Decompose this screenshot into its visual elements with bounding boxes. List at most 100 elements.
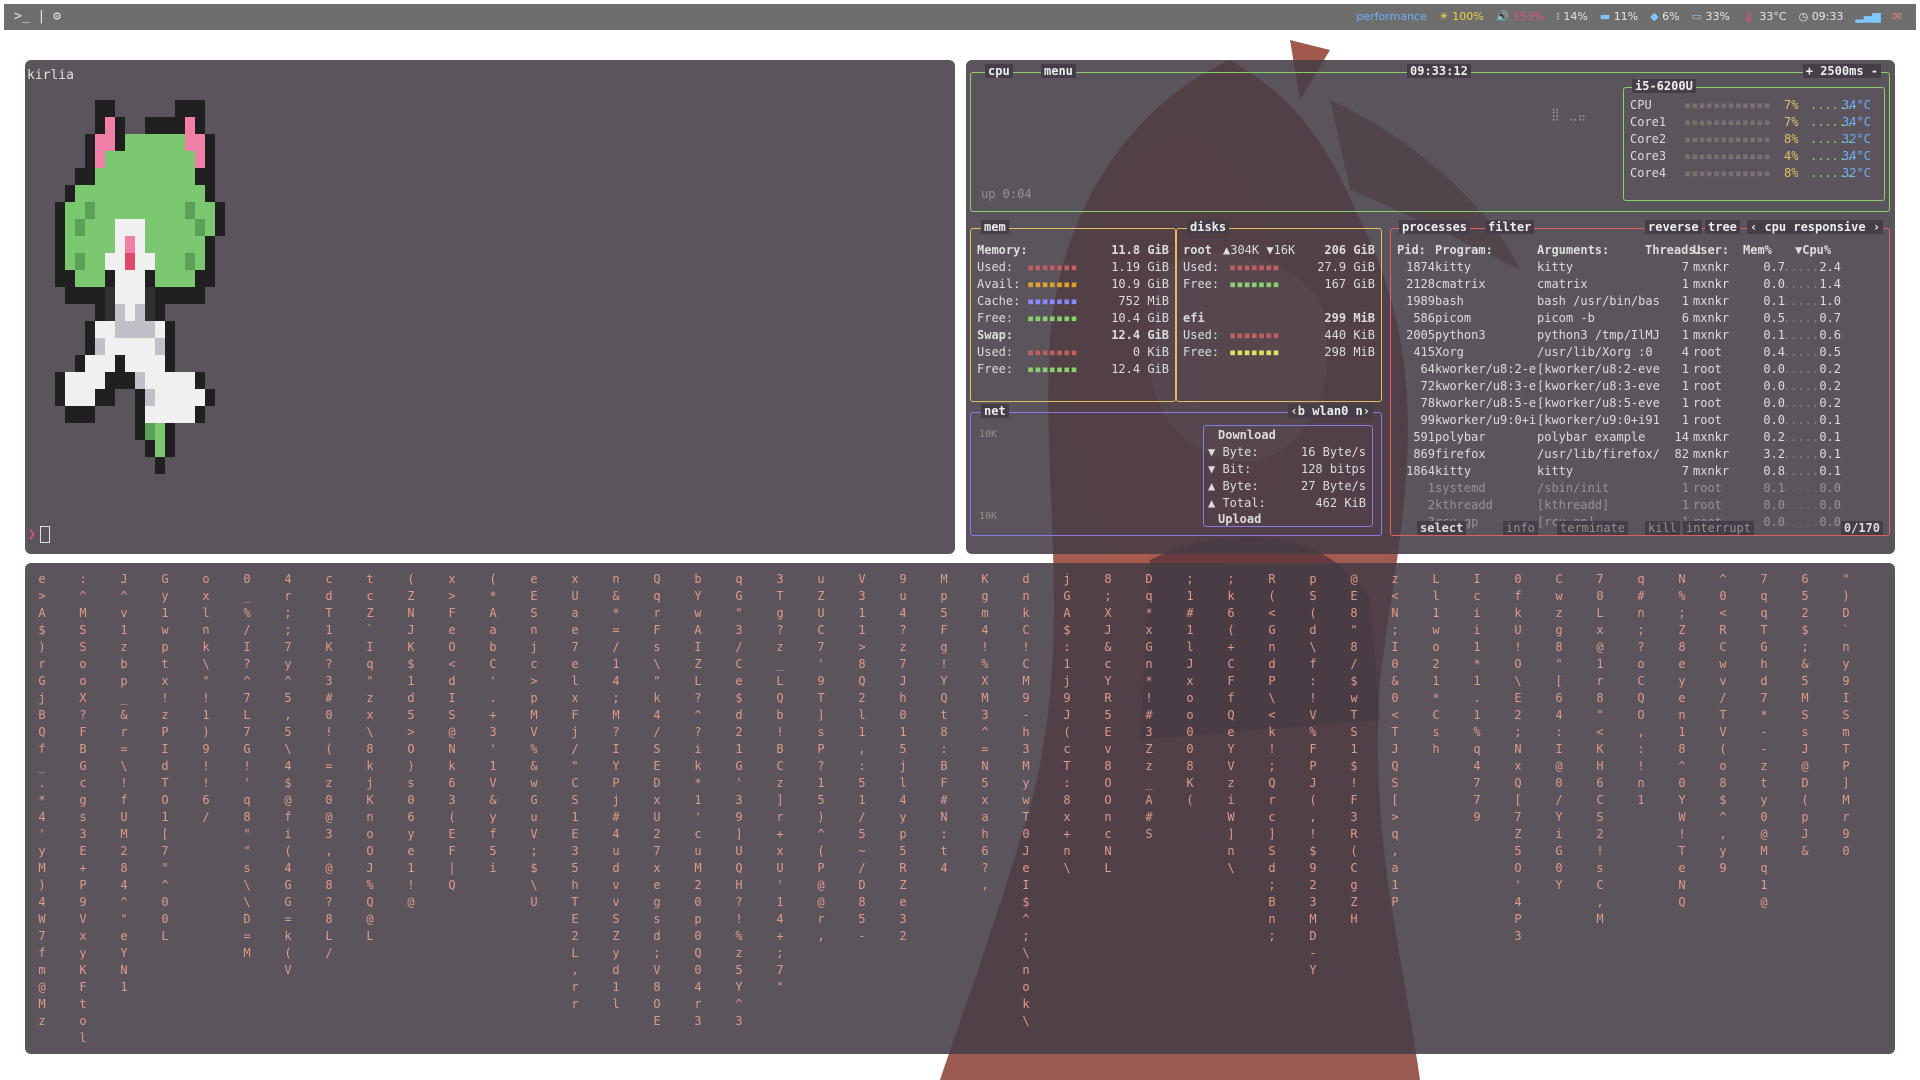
- process-cell: mxnkr: [1693, 464, 1730, 478]
- matrix-column: ( Z N J K $ 1 d 5 > O ) s 0 6 y e 1 ! @: [407, 572, 415, 909]
- notification-icon[interactable]: ✉: [1893, 10, 1902, 23]
- filter-button[interactable]: filter: [1485, 220, 1535, 234]
- update-interval[interactable]: + 2500ms -: [1802, 64, 1881, 78]
- gear-icon[interactable]: ⚙: [53, 9, 61, 24]
- sprite-pixel: [85, 202, 95, 219]
- sprite-pixel: [145, 236, 155, 253]
- process-cell: 586: [1413, 311, 1435, 325]
- sprite-pixel: [125, 168, 135, 185]
- process-cell: 72: [1420, 379, 1435, 393]
- sprite-pixel: [95, 355, 105, 372]
- column-header[interactable]: Mem%: [1743, 243, 1772, 257]
- core-bar: ▪▪▪▪▪▪▪▪▪▪▪▪: [1684, 115, 1771, 129]
- sprite-pixel: [165, 355, 175, 372]
- matrix-column: ^ 0 < R C w v / T V ( o 8 $ ^ , y 9: [1719, 572, 1727, 875]
- sprite-pixel: [125, 253, 135, 270]
- sprite-pixel: [145, 389, 155, 406]
- select-button[interactable]: select: [1417, 521, 1467, 535]
- sprite-pixel: [75, 202, 85, 219]
- sprite-pixel: [85, 355, 95, 372]
- sprite-pixel: [105, 304, 115, 321]
- matrix-column: 9 u 4 ? z 7 J h 0 1 5 j l 4 y p 5 R Z e …: [899, 572, 907, 943]
- column-header[interactable]: User:: [1693, 243, 1729, 257]
- column-header[interactable]: Program:: [1435, 243, 1493, 257]
- sprite-pixel: [115, 270, 125, 287]
- sprite-pixel: [65, 202, 75, 219]
- sprite-pixel: [205, 389, 215, 406]
- process-cell: 0.0: [1763, 379, 1785, 393]
- mem-value: 1.19 GiB: [1111, 260, 1169, 274]
- interface-selector[interactable]: ‹b wlan0 n›: [1287, 404, 1373, 418]
- kill-button[interactable]: kill: [1645, 521, 1680, 535]
- kitty-terminal[interactable]: kirlia ❯: [25, 60, 955, 554]
- interrupt-button[interactable]: interrupt: [1683, 521, 1755, 535]
- signal-icon[interactable]: ▂▄▆: [1855, 10, 1880, 23]
- sprite-pixel: [105, 321, 115, 338]
- matrix-column: o x l n k \ " ! 1 ) 9 ! ! 6 /: [202, 572, 210, 824]
- net-value: 27 Byte/s: [1300, 479, 1366, 493]
- net-box: net ‹b wlan0 n› 10K 10K Download ▼ Byte: 1…: [970, 404, 1382, 536]
- matrix-column: 6 5 2 $ ; & 5 M S s J @ D ( p J &: [1801, 572, 1809, 858]
- sprite-pixel: [95, 151, 105, 168]
- sprite-pixel: [75, 219, 85, 236]
- process-cell: 0.4: [1763, 345, 1785, 359]
- cmatrix-terminal[interactable]: e > A $ ) r G j B Q f _ . * 4 ' y M ) 4 …: [25, 563, 1895, 1054]
- btop-monitor[interactable]: cpu menu 09:33:12 + 2500ms - up 0:04 ⣿⠀⣀…: [966, 60, 1895, 554]
- tab-menu[interactable]: menu: [1041, 64, 1076, 78]
- process-cell: 1.0: [1819, 294, 1841, 308]
- sprite-pixel: [185, 117, 195, 134]
- sprite-pixel: [85, 151, 95, 168]
- sort-selector[interactable]: ‹ cpu responsive ›: [1747, 220, 1884, 234]
- sprite-pixel: [105, 219, 115, 236]
- sprite-pixel: [125, 219, 135, 236]
- column-header[interactable]: ▼Cpu%: [1795, 243, 1831, 257]
- sprite-pixel: [105, 134, 115, 151]
- process-cell: root: [1693, 481, 1722, 495]
- volume-value[interactable]: 🔊 153%: [1496, 10, 1545, 23]
- sprite-pixel: [135, 202, 145, 219]
- sprite-pixel: [135, 236, 145, 253]
- sprite-pixel: [145, 423, 155, 440]
- mem-key: Used:: [977, 345, 1014, 359]
- matrix-column: x U a e 7 e l x F j / " C S 1 E 3 5 h T …: [571, 572, 579, 1011]
- sprite-pixel: [145, 321, 155, 338]
- sprite-pixel: [205, 202, 215, 219]
- process-cell: 82: [1674, 447, 1689, 461]
- matrix-column: 7 q q T G h d 7 * - - z t y 0 @ M q 1 @: [1760, 572, 1768, 909]
- sprite-pixel: [125, 236, 135, 253]
- sprite-pixel: [115, 287, 125, 304]
- sprite-pixel: [105, 202, 115, 219]
- tree-button[interactable]: tree: [1705, 220, 1740, 234]
- core-percent: 7%: [1784, 115, 1799, 129]
- tab-cpu[interactable]: cpu: [985, 64, 1013, 78]
- process-cell: cmatrix: [1435, 277, 1486, 291]
- sprite-pixel: [195, 185, 205, 202]
- terminate-button[interactable]: terminate: [1557, 521, 1629, 535]
- shell-prompt[interactable]: ❯: [28, 526, 50, 543]
- sprite-pixel: [145, 355, 155, 372]
- sprite-pixel: [85, 236, 95, 253]
- process-cell: 1: [1681, 328, 1689, 342]
- sprite-pixel: [185, 287, 195, 304]
- reverse-button[interactable]: reverse: [1645, 220, 1702, 234]
- brightness-value[interactable]: ☀ 100%: [1439, 10, 1484, 23]
- terminal-icon[interactable]: >_: [14, 9, 30, 24]
- sprite-pixel: [65, 270, 75, 287]
- power-profile[interactable]: performance: [1356, 10, 1426, 23]
- matrix-column: : ^ M S S o o X ? F B G c g s 3 E + P 9 …: [79, 572, 87, 1045]
- process-cell: 0.1: [1763, 294, 1785, 308]
- process-cell: polybar: [1435, 430, 1486, 444]
- process-cell: polybar example: [1537, 430, 1646, 444]
- sprite-pixel: [75, 389, 85, 406]
- sprite-pixel: [85, 389, 95, 406]
- column-header[interactable]: Pid:: [1397, 243, 1426, 257]
- battery-value: ▭ 33%: [1691, 10, 1730, 23]
- process-cell: 2: [1427, 498, 1435, 512]
- sprite-pixel: [155, 236, 165, 253]
- info-button[interactable]: info: [1503, 521, 1538, 535]
- sprite-pixel: [65, 253, 75, 270]
- process-cell: 1874: [1406, 260, 1435, 274]
- sprite-pixel: [105, 287, 115, 304]
- column-header[interactable]: Arguments:: [1537, 243, 1609, 257]
- mem-bar: ▪▪▪▪▪▪▪: [1027, 294, 1078, 308]
